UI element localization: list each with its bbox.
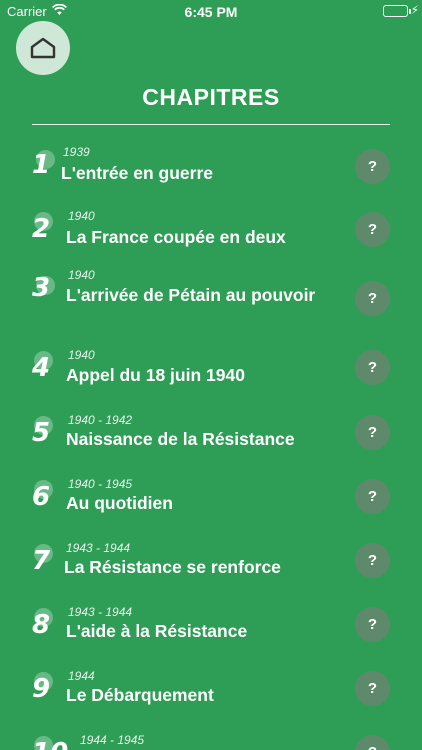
- chapter-help-button[interactable]: ?: [355, 415, 390, 450]
- chapter-number: 7: [32, 546, 51, 576]
- status-bar: Carrier 6:45 PM ⚡: [0, 0, 422, 22]
- chapter-help-button[interactable]: ?: [355, 479, 390, 514]
- chapter-number: 1: [32, 150, 51, 180]
- chapter-number: 4: [32, 353, 51, 383]
- chapter-help-button[interactable]: ?: [355, 212, 390, 247]
- chapter-help-button[interactable]: ?: [355, 350, 390, 385]
- chapter-title: Naissance de la Résistance: [66, 429, 295, 449]
- chapter-help-button[interactable]: ?: [355, 543, 390, 578]
- chapter-year: 1943 - 1944: [68, 605, 133, 619]
- chapter-help-button[interactable]: ?: [355, 607, 390, 642]
- chapter-title: L'arrivée de Pétain au pouvoir: [66, 285, 316, 305]
- battery-icon: [383, 5, 408, 17]
- page-title: CHAPITRES: [142, 84, 280, 110]
- chapter-year: 1944 - 1945: [80, 733, 145, 747]
- chapter-number: 8: [32, 610, 51, 640]
- chapter-title: Au quotidien: [66, 493, 173, 513]
- chapter-help-button[interactable]: ?: [355, 671, 390, 706]
- chapter-title: La France coupée en deux: [66, 227, 286, 247]
- home-icon: [29, 37, 57, 59]
- chapter-title: L'entrée en guerre: [61, 163, 213, 183]
- title-divider: [32, 124, 390, 125]
- status-time: 6:45 PM: [184, 4, 238, 20]
- chapter-year: 1940 - 1942: [68, 413, 133, 427]
- chapter-number: 3: [32, 273, 51, 303]
- chapter-year: 1944: [68, 669, 95, 683]
- chapter-title: Appel du 18 juin 1940: [66, 365, 245, 385]
- chapter-number: 6: [32, 482, 51, 512]
- chapter-number: 9: [32, 674, 51, 704]
- charging-icon: ⚡: [410, 3, 419, 17]
- chapter-year: 1943 - 1944: [66, 541, 131, 555]
- chapter-title: L'aide à la Résistance: [66, 621, 248, 641]
- chapter-number: 5: [32, 418, 51, 448]
- home-button[interactable]: [16, 21, 70, 75]
- chapter-year: 1939: [63, 145, 90, 159]
- chapter-help-button[interactable]: ?: [355, 281, 390, 316]
- chapter-help-button[interactable]: ?: [355, 149, 390, 184]
- chapter-year: 1940: [68, 209, 95, 223]
- chapter-year: 1940: [68, 268, 95, 282]
- chapter-number: 10: [32, 738, 68, 750]
- chapter-number: 2: [32, 214, 51, 244]
- chapter-help-button[interactable]: ?: [355, 735, 390, 750]
- chapter-title: Le Débarquement: [66, 685, 214, 705]
- chapter-year: 1940: [68, 348, 95, 362]
- chapter-title: La Résistance se renforce: [64, 557, 281, 577]
- chapter-year: 1940 - 1945: [68, 477, 133, 491]
